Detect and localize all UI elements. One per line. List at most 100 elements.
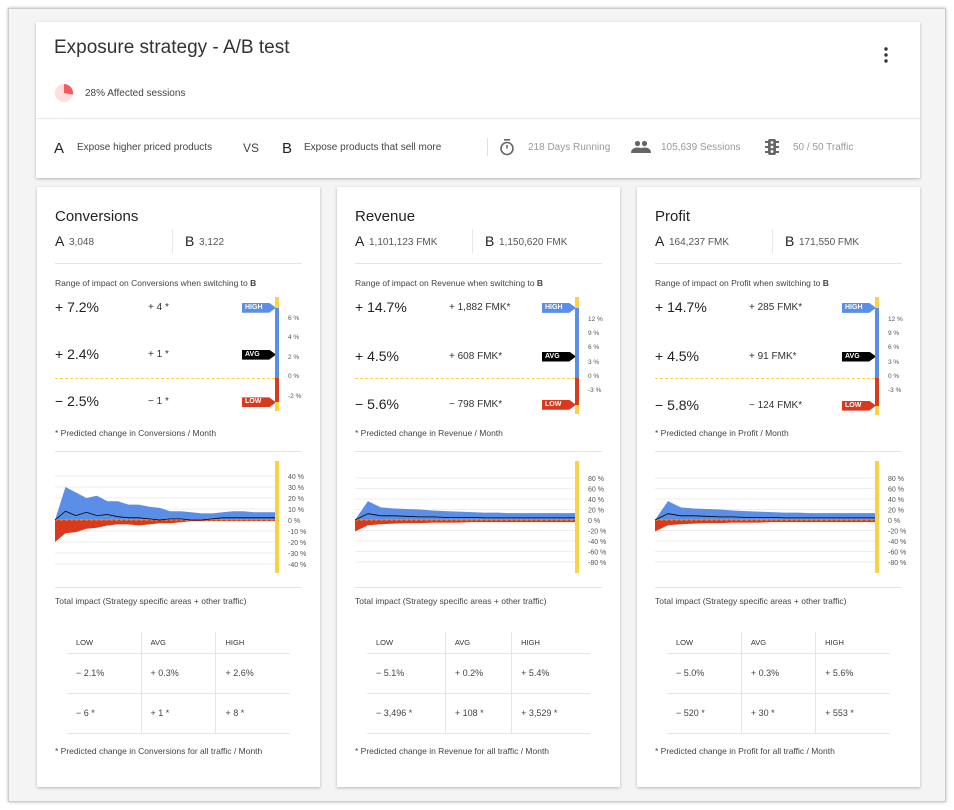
footnote: * Predicted change in Revenue / Month bbox=[355, 428, 503, 438]
table-cell: + 5.4% bbox=[511, 653, 590, 694]
range-label-b: B bbox=[536, 278, 544, 288]
table-row: − 5.1% + 0.2% + 5.4% bbox=[367, 653, 590, 694]
y-tick-label: 20 % bbox=[888, 508, 904, 515]
table-header-cell: HIGH bbox=[815, 632, 890, 654]
y-tick-label: -20 % bbox=[888, 529, 906, 536]
variant-a-description: Expose higher priced products bbox=[77, 142, 213, 153]
table-cell: − 520 * bbox=[667, 693, 742, 734]
bar-tick-label: 6 % bbox=[588, 344, 600, 352]
bar-tick-label: 12 % bbox=[588, 315, 603, 323]
people-icon bbox=[631, 140, 651, 159]
bar-tick-label: 12 % bbox=[888, 315, 903, 323]
range-label-text: Range of impact on Conversions when swit… bbox=[55, 278, 251, 288]
bar-tick-label: 9 % bbox=[588, 330, 600, 338]
y-tick-label: -40 % bbox=[888, 539, 906, 546]
divider bbox=[472, 229, 473, 253]
y-tick-label: 0 % bbox=[288, 518, 300, 525]
strategy-header-card: Exposure strategy - A/B test 28% Affecte… bbox=[36, 22, 920, 178]
variant-a-value: 1,101,123 FMK bbox=[369, 237, 438, 248]
bar-tick-label: 0 % bbox=[288, 373, 300, 380]
metric-card-profit: Profit A 164,237 FMK B 171,550 FMK Range of i… bbox=[637, 187, 920, 787]
negative-range-bar bbox=[275, 378, 279, 403]
range-label-text: Range of impact on Revenue when switchin… bbox=[355, 278, 537, 288]
bar-tick-label: 0 % bbox=[888, 373, 900, 380]
zero-line bbox=[355, 378, 575, 379]
table-cell: + 1 * bbox=[141, 693, 217, 734]
y-tick-label: 40 % bbox=[588, 497, 604, 504]
divider bbox=[355, 263, 602, 264]
table-row: − 6 * + 1 * + 8 * bbox=[67, 693, 290, 734]
table-header-row: LOW AVG HIGH bbox=[367, 632, 590, 654]
table-header-row: LOW AVG HIGH bbox=[67, 632, 290, 654]
footnote: * Predicted change in Profit / Month bbox=[655, 428, 789, 438]
bar-tick-label: -3 % bbox=[888, 387, 902, 395]
variant-a-letter: A bbox=[355, 233, 365, 249]
table-header-row: LOW AVG HIGH bbox=[667, 632, 890, 654]
total-impact-table: LOW AVG HIGH − 2.1% + 0.3% + 2.6% − 6 * + 1 * + … bbox=[67, 632, 290, 734]
y-tick-label: 20 % bbox=[288, 496, 304, 503]
more-vert-icon[interactable] bbox=[878, 46, 894, 69]
avg-flag: AVG bbox=[542, 351, 576, 362]
table-cell: + 0.3% bbox=[741, 653, 817, 694]
zero-line bbox=[655, 378, 875, 379]
bar-tick-label: 3 % bbox=[888, 358, 900, 366]
traffic-split: 50 / 50 Traffic bbox=[793, 142, 854, 153]
table-cell: − 5.0% bbox=[667, 653, 742, 694]
total-impact-table: LOW AVG HIGH − 5.1% + 0.2% + 5.4% − 3,496 * + 1… bbox=[367, 632, 590, 734]
y-tick-label: 0 % bbox=[888, 518, 900, 525]
low-absolute: − 798 FMK* bbox=[449, 398, 503, 410]
bar-tick-label: 6 % bbox=[888, 344, 900, 352]
table-cell: − 6 * bbox=[67, 693, 142, 734]
bar-tick-label: 6 % bbox=[288, 314, 300, 322]
divider bbox=[655, 451, 902, 452]
y-tick-label: 20 % bbox=[588, 508, 604, 515]
impact-chart: 80 % 60 % 40 % 20 % 0 % -20 % -40 % -60 % -80 % bbox=[654, 461, 906, 573]
vs-label: VS bbox=[243, 141, 260, 155]
bar-tick-label: -3 % bbox=[588, 387, 602, 395]
variant-b-letter: B bbox=[485, 233, 495, 249]
variant-a-letter: A bbox=[55, 233, 65, 249]
table-cell: − 2.1% bbox=[67, 653, 142, 694]
range-label: Range of impact on Profit when switching… bbox=[655, 278, 829, 288]
divider bbox=[36, 118, 920, 119]
y-tick-label: 60 % bbox=[888, 487, 904, 494]
bar-tick-label: 2 % bbox=[288, 353, 300, 361]
table-header-cell: AVG bbox=[141, 632, 217, 654]
divider bbox=[55, 451, 302, 452]
high-flag: HIGH bbox=[842, 302, 876, 313]
impact-chart: 40 % 30 % 20 % 10 % 0 % -10 % -20 % -30 % -40 % bbox=[54, 461, 306, 573]
positive-range-bar bbox=[875, 307, 879, 378]
range-label: Range of impact on Conversions when swit… bbox=[55, 278, 256, 288]
lower-band bbox=[355, 520, 575, 532]
low-percent: − 5.6% bbox=[355, 395, 399, 412]
table-cell: − 5.1% bbox=[367, 653, 446, 694]
footnote-all-traffic: * Predicted change in Revenue for all tr… bbox=[355, 746, 550, 756]
bar-cap bbox=[875, 296, 879, 308]
y-tick-label: -80 % bbox=[888, 560, 906, 567]
table-cell: + 8 * bbox=[215, 693, 290, 734]
avg-absolute: + 608 FMK* bbox=[449, 350, 503, 362]
bar-cap bbox=[275, 296, 279, 308]
y-tick-label: 30 % bbox=[288, 485, 304, 492]
table-cell: + 553 * bbox=[815, 693, 890, 734]
lower-band bbox=[655, 520, 875, 532]
chart-marker-bar bbox=[275, 461, 279, 573]
divider bbox=[355, 451, 602, 452]
bar-cap bbox=[575, 404, 579, 414]
y-tick-label: 10 % bbox=[288, 507, 304, 514]
low-absolute: − 124 FMK* bbox=[749, 399, 803, 411]
variant-b-value: 1,150,620 FMK bbox=[499, 237, 568, 248]
table-cell: + 2.6% bbox=[215, 653, 290, 694]
stopwatch-icon bbox=[499, 138, 515, 161]
y-tick-label: 40 % bbox=[288, 474, 304, 481]
bar-cap bbox=[575, 296, 579, 308]
table-row: − 3,496 * + 108 * + 3,529 * bbox=[367, 693, 590, 734]
footnote-all-traffic: * Predicted change in Profit for all tra… bbox=[655, 746, 835, 756]
positive-range-bar bbox=[275, 307, 279, 378]
negative-range-bar bbox=[875, 378, 879, 406]
table-cell: + 3,529 * bbox=[511, 693, 590, 734]
card-title: Profit bbox=[655, 208, 691, 225]
table-cell: − 3,496 * bbox=[367, 693, 446, 734]
table-header-cell: AVG bbox=[445, 632, 513, 654]
high-absolute: + 285 FMK* bbox=[749, 301, 803, 313]
